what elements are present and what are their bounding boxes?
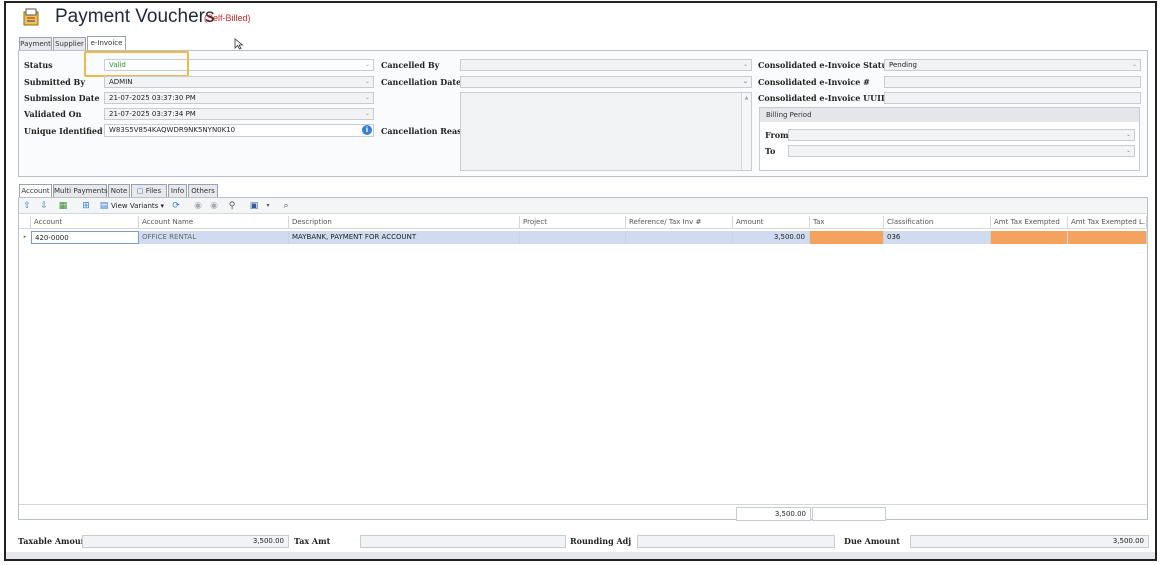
account-grid (18, 197, 1148, 520)
row-indicator-icon: ▸ (23, 234, 27, 240)
footer-amount-total: 3,500.00 (736, 507, 811, 521)
save-dropdown-icon[interactable]: ▾ (262, 200, 274, 212)
to-label: To (765, 146, 776, 156)
tab-payment[interactable]: Payment (19, 37, 52, 50)
cancelled-by-field[interactable]: ⌄ (460, 59, 752, 71)
submission-date-field[interactable]: 21-07-2025 03:37:30 PM ⌄ (104, 92, 374, 104)
consolidated-status-label: Consolidated e-Invoice Status (758, 60, 892, 70)
view-variants-button[interactable]: View Variants ▾ (111, 201, 164, 211)
due-amount-field[interactable]: 3,500.00 (910, 535, 1149, 548)
footer-tax-total (812, 507, 886, 521)
cell-account[interactable]: 420-0000 (31, 231, 139, 244)
taxable-amount-label: Taxable Amount (18, 536, 91, 546)
from-field[interactable]: ⌄ (788, 129, 1135, 141)
cancellation-reason-field[interactable]: ▲ (460, 92, 752, 171)
taxable-amount-field[interactable]: 3,500.00 (82, 535, 289, 548)
col-amt-tax-exempted-l[interactable]: Amt Tax Exempted L... (1068, 216, 1147, 229)
tab-e-invoice[interactable]: e-Invoice (87, 36, 126, 50)
cell-tax[interactable] (810, 231, 884, 244)
move-down-icon[interactable]: ⇩ (38, 200, 50, 212)
col-classification[interactable]: Classification (884, 216, 991, 229)
col-account[interactable]: Account (31, 216, 139, 229)
col-account-name[interactable]: Account Name (139, 216, 289, 229)
tab-note[interactable]: Note (108, 184, 130, 197)
rounding-adj-field[interactable] (637, 535, 835, 548)
uin-field[interactable]: W83S5V854KAQWDR9NK5NYN0K10 (104, 124, 374, 137)
cell-reference[interactable] (626, 231, 733, 244)
add-row-icon[interactable]: ⊞ (80, 200, 92, 212)
cancellation-date-label: Cancellation Date (381, 77, 462, 87)
grid-toolbar (19, 198, 1147, 214)
status-label: Status (24, 60, 53, 70)
prev-icon[interactable]: ◉ (192, 200, 204, 212)
col-description[interactable]: Description (289, 216, 520, 229)
tab-supplier[interactable]: Supplier (53, 37, 86, 50)
consolidated-uuid-field[interactable] (884, 92, 1141, 104)
tax-amt-field[interactable] (360, 535, 566, 548)
consolidated-no-label: Consolidated e-Invoice # (758, 77, 870, 87)
tab-others[interactable]: Others (188, 184, 218, 197)
status-highlight (84, 51, 189, 77)
move-up-icon[interactable]: ⇧ (21, 200, 33, 212)
tab-files[interactable]: ▢ Files (131, 184, 167, 197)
next-icon[interactable]: ◉ (208, 200, 220, 212)
col-project[interactable]: Project (520, 216, 626, 229)
view-variants-icon[interactable]: ▤ (98, 200, 110, 212)
submitted-by-field[interactable]: ADMIN ⌄ (104, 76, 374, 88)
cell-project[interactable] (520, 231, 626, 244)
cancelled-by-label: Cancelled By (381, 60, 440, 70)
cell-description[interactable]: MAYBANK, PAYMENT FOR ACCOUNT (289, 231, 520, 244)
tax-amt-label: Tax Amt (294, 536, 331, 546)
refresh-icon[interactable]: ⟳ (170, 200, 182, 212)
tab-multi-payments[interactable]: Multi Payments (53, 184, 108, 197)
submitted-by-label: Submitted By (24, 77, 85, 87)
info-icon[interactable]: i (362, 125, 372, 135)
billing-period-header: Billing Period (760, 108, 1139, 122)
due-amount-label: Due Amount (844, 536, 900, 546)
grid-icon[interactable]: ▦ (57, 200, 69, 212)
grid-footer-divider (19, 504, 1147, 505)
consolidated-no-field[interactable] (884, 76, 1141, 88)
to-field[interactable]: ⌄ (788, 145, 1135, 157)
rounding-adj-label: Rounding Adj (570, 536, 632, 546)
mouse-cursor-icon (234, 38, 244, 50)
col-amt-tax-exempted[interactable]: Amt Tax Exempted (991, 216, 1068, 229)
files-icon: ▢ (136, 187, 144, 195)
cell-amt-tax-exempted-l[interactable] (1068, 231, 1147, 244)
cell-classification[interactable]: 036 (884, 231, 991, 244)
preview-icon[interactable]: ⌕ (280, 200, 292, 212)
validated-on-field[interactable]: 21-07-2025 03:37:34 PM ⌄ (104, 108, 374, 120)
consolidated-status-field[interactable]: Pending ⌄ (884, 59, 1141, 71)
find-icon[interactable]: ⚲ (226, 200, 238, 212)
cell-amt-tax-exempted[interactable] (991, 231, 1068, 244)
page-title: Payment Vouchers (55, 6, 215, 27)
tab-files-label: Files (145, 187, 162, 195)
cancellation-date-field[interactable]: ⌄ (460, 76, 752, 88)
payment-voucher-icon (21, 7, 41, 27)
col-amount[interactable]: Amount (733, 216, 810, 229)
col-reference[interactable]: Reference/ Tax Inv # (626, 216, 733, 229)
submission-date-label: Submission Date (24, 93, 100, 103)
cell-amount[interactable]: 3,500.00 (733, 231, 810, 244)
tab-info[interactable]: Info (168, 184, 187, 197)
save-icon[interactable]: ▣ (248, 200, 260, 212)
tab-account[interactable]: Account (19, 184, 52, 197)
validated-on-label: Validated On (24, 109, 82, 119)
cell-account-name[interactable]: OFFICE RENTAL (139, 231, 289, 244)
row-indicator-header (19, 216, 31, 229)
page-subtitle: (Self-Billed) (204, 13, 251, 23)
reason-scrollbar[interactable]: ▲ (741, 93, 751, 170)
bottom-status-bar (6, 552, 1155, 559)
col-tax[interactable]: Tax (810, 216, 884, 229)
from-label: From (765, 130, 789, 140)
